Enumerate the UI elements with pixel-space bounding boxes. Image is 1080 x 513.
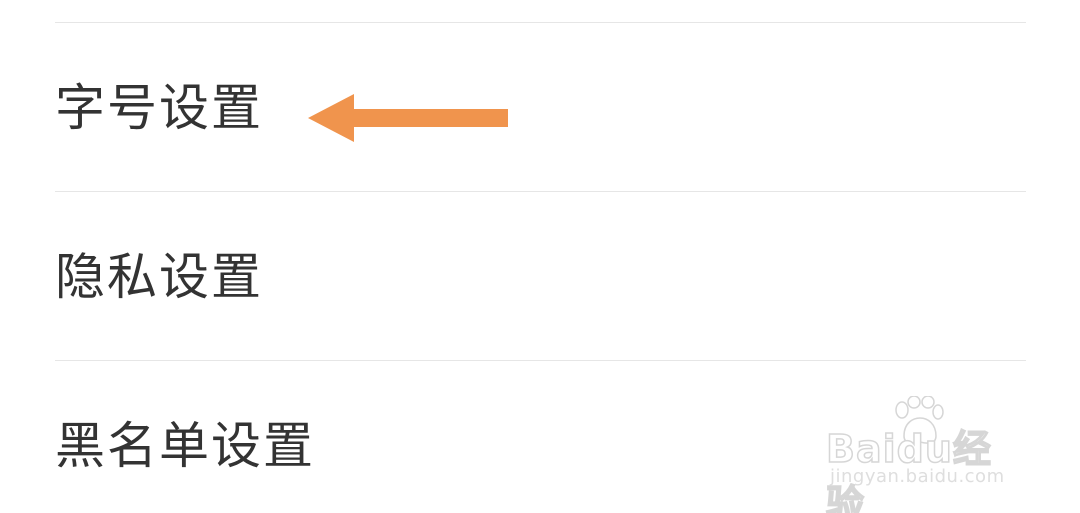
setting-label-blacklist: 黑名单设置 (55, 417, 315, 475)
divider (55, 191, 1026, 192)
setting-label-font-size: 字号设置 (55, 79, 263, 137)
left-arrow-icon (308, 94, 508, 142)
divider (55, 360, 1026, 361)
watermark: Baidu经验 jingyan.baidu.com (825, 396, 1026, 513)
setting-label-privacy: 隐私设置 (55, 248, 263, 306)
divider (55, 22, 1026, 23)
watermark-url: jingyan.baidu.com (830, 466, 1005, 487)
settings-page: 字号设置 隐私设置 黑名单设置 Baidu经验 jingyan.baidu.co… (0, 0, 1080, 513)
font-size-setting-item[interactable]: 字号设置 (55, 24, 1026, 192)
privacy-setting-item[interactable]: 隐私设置 (55, 193, 1026, 361)
